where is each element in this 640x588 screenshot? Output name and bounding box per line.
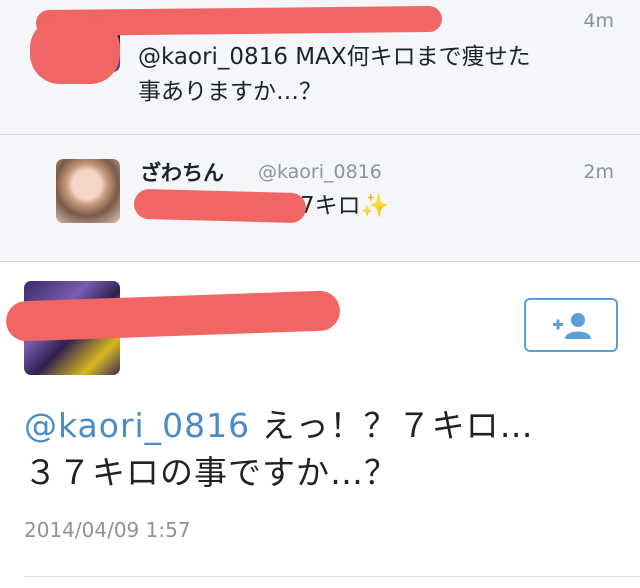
- user-handle[interactable]: @kaori_0816: [258, 161, 382, 183]
- add-user-icon: [553, 313, 591, 339]
- tweet-time: 2m: [583, 161, 614, 183]
- tweet-text: @kaori_0816 MAX何キロまで痩せた 事ありますか…？: [138, 40, 618, 110]
- mention-link[interactable]: @kaori_0816: [24, 406, 250, 445]
- redaction-mark: [30, 18, 120, 84]
- tweet-list-item-2[interactable]: ざわちん @kaori_0816 2m 7キロ✨: [0, 135, 640, 262]
- tweet-body-line: ３７キロの事ですか…？: [24, 453, 398, 492]
- user-name[interactable]: ざわちん: [140, 157, 224, 187]
- tweet-time: 4m: [583, 10, 614, 32]
- follow-button[interactable]: [524, 298, 618, 352]
- tweet-text: 7キロ✨: [300, 193, 390, 219]
- avatar[interactable]: [56, 159, 120, 223]
- tweet-text-line: 事ありますか…？: [138, 79, 322, 105]
- tweet-body: @kaori_0816 えっ！？７キロ… ３７キロの事ですか…？: [24, 402, 624, 496]
- tweet-list-item-1[interactable]: 4m @kaori_0816 MAX何キロまで痩せた 事ありますか…？: [0, 0, 640, 135]
- tweet-timestamp: 2014/04/09 1:57: [24, 518, 191, 542]
- tweet-body-text: えっ！？７キロ…: [250, 406, 534, 445]
- divider: [24, 576, 640, 577]
- tweet-text-line: @kaori_0816 MAX何キロまで痩せた: [138, 44, 531, 70]
- redaction-mark: [133, 188, 307, 224]
- tweet-body-line: @kaori_0816 えっ！？７キロ…: [24, 402, 624, 449]
